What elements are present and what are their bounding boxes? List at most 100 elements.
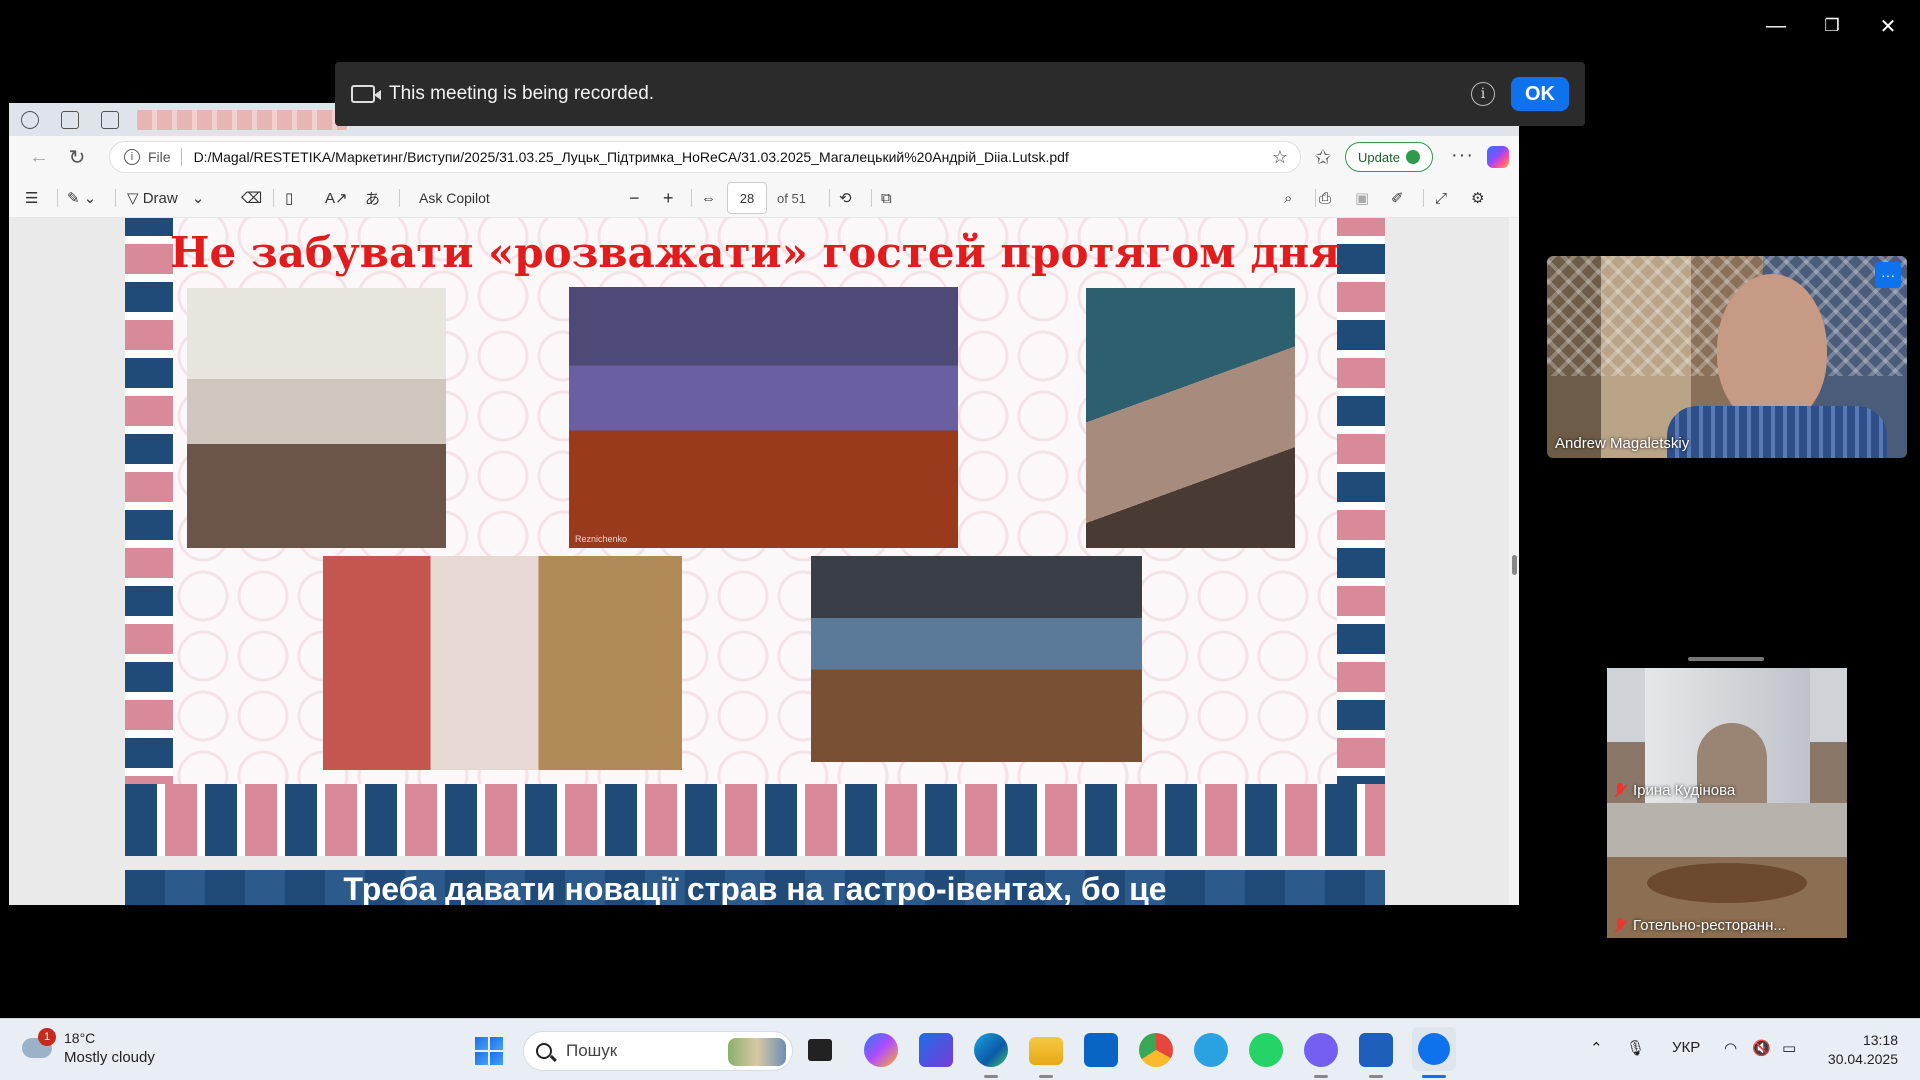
start-button[interactable] xyxy=(475,1037,503,1065)
zoom-in-icon[interactable]: + xyxy=(663,188,674,208)
rotate-icon[interactable]: ⟲ xyxy=(839,188,852,208)
draw-button[interactable]: ▽ Draw ⌄ xyxy=(127,188,204,208)
toolbar-divider xyxy=(1423,189,1424,207)
slide-border-bottom xyxy=(125,784,1385,856)
zoom-app-button[interactable] xyxy=(1412,1027,1456,1071)
viber-icon[interactable] xyxy=(1304,1033,1338,1067)
notification-badge: 1 xyxy=(38,1028,56,1046)
word-icon[interactable] xyxy=(1359,1033,1393,1067)
draw-icon: ▽ xyxy=(127,190,143,207)
back-button[interactable]: ← xyxy=(27,145,51,169)
pdf-viewer[interactable]: Не забувати «розважати» гостей протягом … xyxy=(9,218,1509,905)
favorite-star-icon[interactable]: ☆ xyxy=(1272,147,1288,168)
participant-name-tag: Готельно-ресторанн... xyxy=(1613,917,1786,934)
search-placeholder: Пошук xyxy=(566,1041,618,1060)
text-box-icon[interactable]: ▯ xyxy=(285,188,293,208)
settings-gear-icon[interactable]: ⚙ xyxy=(1471,188,1484,208)
photo-mascot-bar: Reznichenko xyxy=(569,287,958,548)
eraser-icon[interactable]: ⌫ xyxy=(241,188,262,208)
zoom-out-icon[interactable]: − xyxy=(629,188,640,208)
search-icon xyxy=(536,1043,552,1059)
copilot-app-icon[interactable] xyxy=(864,1033,898,1067)
weather-description: Mostly cloudy xyxy=(64,1049,155,1066)
save-icon[interactable]: ▣ xyxy=(1355,188,1369,208)
copilot-icon[interactable] xyxy=(1487,146,1509,168)
task-view-icon[interactable] xyxy=(808,1039,832,1061)
language-indicator[interactable]: УКР xyxy=(1672,1039,1700,1056)
participant-video-main[interactable]: Andrew Magaletskiy ··· xyxy=(1547,256,1907,458)
collections-icon[interactable] xyxy=(61,111,79,129)
mic-in-use-icon[interactable]: 🎙 xyxy=(1626,1039,1645,1057)
highlight-icon[interactable]: ✎ ⌄ xyxy=(67,188,96,208)
weather-widget[interactable]: 1 18°C Mostly cloudy xyxy=(22,1028,192,1070)
file-explorer-icon[interactable] xyxy=(1029,1037,1063,1065)
fullscreen-icon[interactable]: ⤢ xyxy=(1435,188,1447,208)
photo-hosts-with-balloons xyxy=(187,288,446,548)
slide-title: Не забувати «розважати» гостей протягом … xyxy=(169,228,1341,277)
participant-name: Ірина Кудінова xyxy=(1633,782,1736,799)
refresh-button[interactable]: ↻ xyxy=(65,145,89,169)
scrollbar-thumb[interactable] xyxy=(1512,555,1517,575)
slide-page-28: Не забувати «розважати» гостей протягом … xyxy=(125,218,1385,856)
chrome-icon[interactable] xyxy=(1139,1033,1173,1067)
participant-name: Andrew Magaletskiy xyxy=(1555,435,1690,452)
whatsapp-icon[interactable] xyxy=(1249,1033,1283,1067)
save-as-icon[interactable]: ✐ xyxy=(1391,188,1404,208)
clock-time: 13:18 xyxy=(1862,1032,1898,1048)
search-icon[interactable]: ⌕ xyxy=(1284,188,1292,208)
draw-label: Draw xyxy=(142,189,178,207)
battery-icon[interactable]: ▭ xyxy=(1782,1039,1796,1057)
profile-icon[interactable] xyxy=(21,111,39,129)
video-more-options-icon[interactable]: ··· xyxy=(1875,262,1901,288)
info-icon[interactable]: i xyxy=(1471,82,1495,106)
ask-copilot-button[interactable]: Ask Copilot xyxy=(419,188,490,208)
shared-browser-window: ← ↻ i File D:/Magal/RESTETIKA/Маркетинг/… xyxy=(9,103,1519,905)
read-aloud-icon[interactable]: A↗ xyxy=(325,188,348,208)
tabs-group[interactable] xyxy=(137,110,347,130)
screen: — ❐ ✕ ← ↻ i File D:/Magal/RESTETIKA/Марк… xyxy=(0,0,1920,1080)
store-icon[interactable] xyxy=(919,1033,953,1067)
address-bar: ← ↻ i File D:/Magal/RESTETIKA/Маркетинг/… xyxy=(9,136,1519,178)
pdf-toolbar: ☰ ✎ ⌄ ▽ Draw ⌄ ⌫ ▯ A↗ あ Ask Copilot − + … xyxy=(9,178,1519,218)
conference-table xyxy=(1647,863,1807,903)
taskbar-search[interactable]: Пошук xyxy=(523,1031,793,1071)
close-window-button[interactable]: ✕ xyxy=(1866,12,1910,40)
weather-temperature: 18°C xyxy=(64,1030,96,1046)
taskbar-clock[interactable]: 13:18 30.04.2025 xyxy=(1828,1031,1898,1069)
participant-shirt xyxy=(1667,406,1887,458)
hidden-icons-chevron[interactable]: ⌃ xyxy=(1590,1039,1603,1057)
participant-video-small[interactable]: Готельно-ресторанн... xyxy=(1607,803,1847,938)
url-text[interactable]: D:/Magal/RESTETIKA/Маркетинг/Виступи/202… xyxy=(194,149,1224,165)
favorites-icon[interactable]: ✩ xyxy=(1311,145,1335,169)
zoom-icon xyxy=(1418,1033,1450,1065)
fit-width-icon[interactable]: ⇔ xyxy=(701,188,716,208)
telegram-icon[interactable] xyxy=(1194,1033,1228,1067)
page-total-label: of 51 xyxy=(777,190,806,206)
url-field[interactable]: i File D:/Magal/RESTETIKA/Маркетинг/Вист… xyxy=(109,141,1301,173)
site-info-icon[interactable]: i xyxy=(124,149,140,165)
app-active-indicator xyxy=(1422,1075,1446,1078)
participant-video-small[interactable]: Ірина Кудінова xyxy=(1607,668,1847,803)
minimize-button[interactable]: — xyxy=(1754,12,1798,40)
taskbar: 1 18°C Mostly cloudy Пошук ⌃ 🎙 УКР ◠ 🔇 ▭… xyxy=(0,1018,1920,1080)
app-running-indicator xyxy=(1314,1075,1328,1078)
participant-face xyxy=(1717,274,1827,424)
gallery-drag-handle[interactable] xyxy=(1688,657,1764,661)
update-button[interactable]: Update xyxy=(1345,142,1433,172)
more-options-icon[interactable]: ··· xyxy=(1451,144,1474,167)
print-icon[interactable]: ⎙ xyxy=(1319,188,1331,208)
translate-icon[interactable]: あ xyxy=(365,188,380,208)
wifi-icon[interactable]: ◠ xyxy=(1724,1039,1737,1057)
volume-muted-icon[interactable]: 🔇 xyxy=(1752,1039,1771,1057)
edge-icon[interactable] xyxy=(974,1033,1008,1067)
tab-actions-icon[interactable] xyxy=(101,111,119,129)
restore-button[interactable]: ❐ xyxy=(1810,12,1854,40)
viewer-scrollbar[interactable] xyxy=(1509,218,1519,905)
toolbar-divider xyxy=(691,189,692,207)
page-number-input[interactable]: 28 xyxy=(727,182,767,214)
ok-button[interactable]: OK xyxy=(1511,77,1569,111)
contents-icon[interactable]: ☰ xyxy=(25,188,38,208)
outlook-icon[interactable] xyxy=(1084,1033,1118,1067)
update-heart-icon xyxy=(1405,150,1420,164)
page-view-icon[interactable]: ⧉ xyxy=(881,188,892,208)
